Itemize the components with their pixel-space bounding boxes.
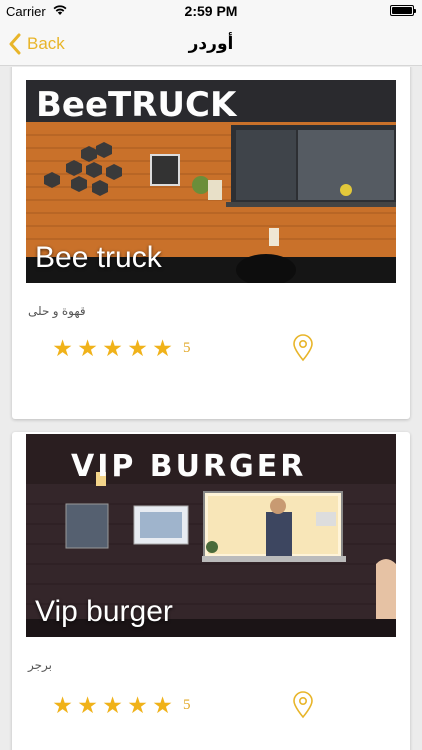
rating: ★ ★ ★ ★ ★ 5: [50, 692, 191, 718]
restaurant-photo[interactable]: BeeTRUCK Bee truck: [26, 80, 396, 283]
rating-value: 5: [183, 696, 191, 713]
restaurant-category: قهوة و حلى: [28, 304, 86, 318]
star-icon: ★: [127, 692, 148, 718]
navigation-bar: Back أوردر: [0, 22, 422, 66]
status-bar: Carrier 2:59 PM: [0, 0, 422, 22]
star-icon: ★: [127, 335, 148, 361]
chevron-left-icon: [9, 33, 21, 55]
clock: 2:59 PM: [184, 3, 238, 19]
rating: ★ ★ ★ ★ ★ 5: [50, 335, 191, 361]
star-icon: ★: [52, 335, 73, 361]
restaurant-card-vip-burger[interactable]: VIP BURGER Vip burger برجر ★ ★ ★ ★ ★ 5: [12, 432, 410, 750]
restaurant-category: برجر: [28, 658, 52, 672]
restaurant-name: Vip burger: [35, 595, 173, 628]
star-icon: ★: [102, 335, 123, 361]
location-pin-icon[interactable]: [292, 691, 314, 719]
restaurant-card-bee-truck[interactable]: BeeTRUCK Bee truck قهوة و حلى ★ ★ ★ ★ ★ …: [12, 67, 410, 419]
battery-icon: [390, 5, 416, 16]
star-icon: ★: [52, 692, 73, 718]
star-icon: ★: [152, 692, 173, 718]
star-icon: ★: [102, 692, 123, 718]
restaurant-list[interactable]: BeeTRUCK Bee truck قهوة و حلى ★ ★ ★ ★ ★ …: [0, 67, 422, 750]
truck-sign: BeeTRUCK: [36, 85, 238, 125]
location-pin-icon[interactable]: [292, 334, 314, 362]
back-label: Back: [27, 34, 65, 53]
star-icon: ★: [152, 335, 173, 361]
back-button[interactable]: Back: [8, 30, 65, 58]
rating-value: 5: [183, 339, 191, 356]
restaurant-photo[interactable]: VIP BURGER Vip burger: [26, 434, 396, 637]
star-icon: ★: [77, 335, 98, 361]
star-icon: ★: [77, 692, 98, 718]
restaurant-name: Bee truck: [35, 241, 162, 274]
truck-sign: VIP BURGER: [71, 449, 306, 484]
